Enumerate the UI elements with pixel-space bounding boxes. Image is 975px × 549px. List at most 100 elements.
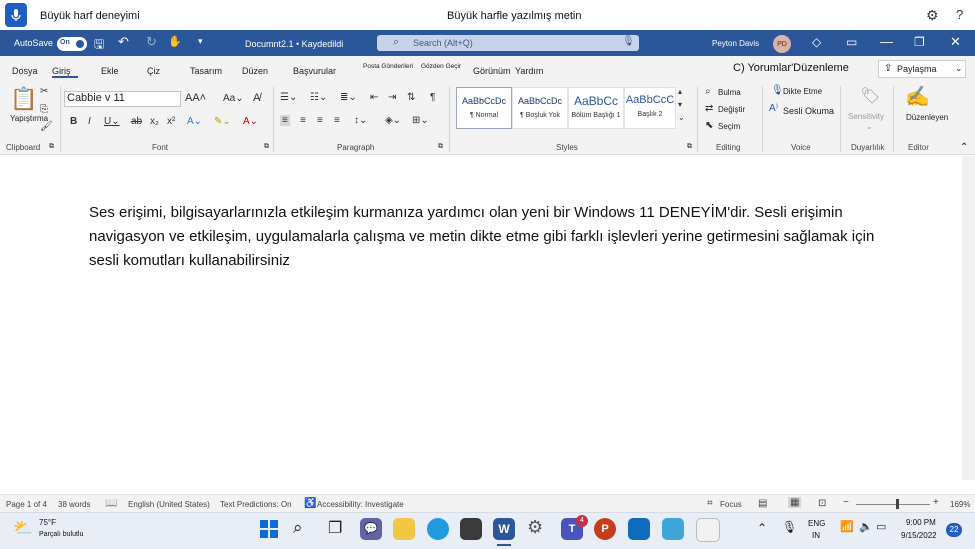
replace-icon[interactable]: ⇄ <box>705 103 713 114</box>
tab-insert[interactable]: Ekle <box>101 66 119 76</box>
user-name[interactable]: Peyton Davis <box>712 39 759 48</box>
comments-editing-button[interactable]: C) Yorumlar'Düzenleme <box>733 62 849 74</box>
search-mic-icon[interactable]: 🎙 <box>622 36 635 47</box>
microphone-icon[interactable] <box>5 3 27 27</box>
notification-center-badge[interactable]: 22 <box>946 523 962 537</box>
print-layout-icon[interactable]: ▦ <box>788 497 802 508</box>
chat-icon[interactable]: 💬 <box>360 518 382 540</box>
restore-icon[interactable]: ❐ <box>914 35 925 49</box>
focus-button[interactable]: Focus <box>720 500 742 509</box>
chevron-up-icon[interactable]: ⌃ <box>757 521 767 535</box>
tab-home[interactable]: Giriş <box>52 66 71 76</box>
battery-icon[interactable]: ▭ <box>876 520 886 533</box>
clock-date[interactable]: 9/15/2022 <box>901 531 937 540</box>
strikethrough-icon[interactable]: ab <box>131 116 142 127</box>
replace-button[interactable]: Değiştir <box>718 105 745 114</box>
powerpoint-icon[interactable]: P <box>594 518 616 540</box>
sensitivity-button[interactable]: Sensitivity <box>848 112 884 121</box>
vertical-scrollbar[interactable] <box>962 156 975 480</box>
find-button[interactable]: Bulma <box>718 88 741 97</box>
edge-icon[interactable] <box>427 518 449 540</box>
settings-icon[interactable]: ⚙ <box>527 517 543 538</box>
style-normal[interactable]: AaBbCcDc ¶ Normal <box>456 87 512 129</box>
increase-indent-icon[interactable]: ⇥ <box>388 92 396 103</box>
clock-time[interactable]: 9:00 PM <box>906 518 936 527</box>
avatar[interactable]: PD <box>773 35 791 53</box>
align-right-icon[interactable]: ≡ <box>317 115 323 126</box>
ribbon-display-icon[interactable]: ▭ <box>846 35 857 49</box>
weather-description[interactable]: Parçalı bulutlu <box>39 531 83 538</box>
styles-scroll-down-icon[interactable]: ▾ <box>678 100 682 109</box>
bold-icon[interactable]: B <box>70 116 77 127</box>
web-layout-icon[interactable]: ⊡ <box>818 498 826 509</box>
zoom-in-icon[interactable]: + <box>933 497 939 508</box>
tab-help[interactable]: Yardım <box>515 66 543 76</box>
shading-icon[interactable]: ◈⌄ <box>385 115 401 126</box>
highlight-icon[interactable]: ✎⌄ <box>214 116 231 127</box>
people-icon[interactable] <box>662 518 684 540</box>
task-view-icon[interactable]: ❐ <box>328 518 342 538</box>
tab-design[interactable]: Tasarım <box>190 66 222 76</box>
tab-review[interactable]: Gözden Geçir <box>421 63 461 70</box>
diamond-icon[interactable]: ◇ <box>812 35 821 49</box>
styles-scroll-up-icon[interactable]: ▴ <box>678 87 682 96</box>
word-count[interactable]: 38 words <box>58 500 90 509</box>
dialog-launcher-icon[interactable]: ⧉ <box>438 143 443 151</box>
zoom-slider-track[interactable] <box>856 504 930 505</box>
share-button[interactable]: ⇪ Paylaşma ⌄ <box>878 60 966 78</box>
accessibility-icon[interactable]: ♿ <box>304 498 316 509</box>
borders-icon[interactable]: ⊞⌄ <box>412 115 429 126</box>
dialog-launcher-icon[interactable]: ⧉ <box>687 143 692 151</box>
document-body-text[interactable]: Ses erişimi, bilgisayarlarınızla etkileş… <box>89 201 889 273</box>
redo-icon[interactable]: ↻ <box>146 34 157 50</box>
clear-formatting-icon[interactable]: A̸ <box>253 92 260 104</box>
show-formatting-icon[interactable]: ¶ <box>430 92 435 103</box>
find-icon[interactable]: ⌕ <box>705 86 711 97</box>
language-top[interactable]: ENG <box>808 519 825 528</box>
underline-icon[interactable]: U⌄ <box>104 116 120 127</box>
store-icon[interactable] <box>460 518 482 540</box>
style-no-spacing[interactable]: AaBbCcDc ¶ Boşluk Yok <box>512 87 568 129</box>
microphone-tray-icon[interactable]: 🎙 <box>782 520 797 534</box>
style-heading-2[interactable]: AaBbCcC Başlık 2 <box>624 87 676 129</box>
accessibility-status[interactable]: Accessibility: Investigate <box>317 500 404 509</box>
gear-icon[interactable]: ⚙ <box>926 7 939 24</box>
weather-icon[interactable]: ⛅ <box>13 518 33 538</box>
font-name-box[interactable]: Cabbie v 11 <box>64 91 181 107</box>
styles-more-icon[interactable]: ⌄ <box>678 113 685 122</box>
multilevel-list-icon[interactable]: ≣⌄ <box>340 92 357 103</box>
document-name[interactable]: Documnt2.1 • Kaydedildi <box>245 39 343 49</box>
collapse-ribbon-icon[interactable]: ⌃ <box>960 142 968 153</box>
search-icon[interactable]: ⌕ <box>293 518 303 538</box>
dictate-icon[interactable]: 🎙 <box>771 85 784 96</box>
sort-icon[interactable]: ⇅ <box>407 92 415 103</box>
focus-icon[interactable]: ⌗ <box>707 498 713 509</box>
search-box[interactable]: ⌕ Search (Alt+Q) 🎙 <box>377 35 639 51</box>
volume-icon[interactable]: 🔈 <box>859 520 873 533</box>
clipboard-icon[interactable]: 📋 <box>10 86 37 112</box>
tab-layout[interactable]: Düzen <box>242 66 268 76</box>
style-heading-1[interactable]: AaBbCc Bölüm Başlığı 1 <box>568 87 624 129</box>
language-status[interactable]: English (United States) <box>128 500 210 509</box>
subscript-icon[interactable]: x₂ <box>150 116 159 127</box>
text-effects-icon[interactable]: A⌄ <box>187 116 202 127</box>
wifi-icon[interactable]: 📶 <box>840 520 854 533</box>
help-icon[interactable]: ? <box>956 7 963 22</box>
tab-references[interactable]: Başvurular <box>293 66 336 76</box>
close-icon[interactable]: ✕ <box>950 34 961 50</box>
dialog-launcher-icon[interactable]: ⧉ <box>49 143 54 151</box>
change-case-icon[interactable]: Aa⌄ <box>223 93 244 104</box>
align-center-icon[interactable]: ≡ <box>300 115 306 126</box>
zoom-slider-thumb[interactable] <box>896 499 899 509</box>
numbering-icon[interactable]: ☷⌄ <box>310 92 327 103</box>
word-icon[interactable]: W <box>493 518 515 540</box>
select-button[interactable]: Seçim <box>718 122 740 131</box>
line-spacing-icon[interactable]: ↕⌄ <box>354 115 367 126</box>
file-explorer-icon[interactable] <box>393 518 415 540</box>
zoom-out-icon[interactable]: − <box>843 497 849 508</box>
superscript-icon[interactable]: x² <box>167 116 175 127</box>
justify-icon[interactable]: ≡ <box>334 115 340 126</box>
grow-font-icon[interactable]: AA˄ <box>185 92 206 104</box>
start-icon[interactable] <box>258 518 280 540</box>
copy-icon[interactable]: ⎘ <box>40 104 48 115</box>
